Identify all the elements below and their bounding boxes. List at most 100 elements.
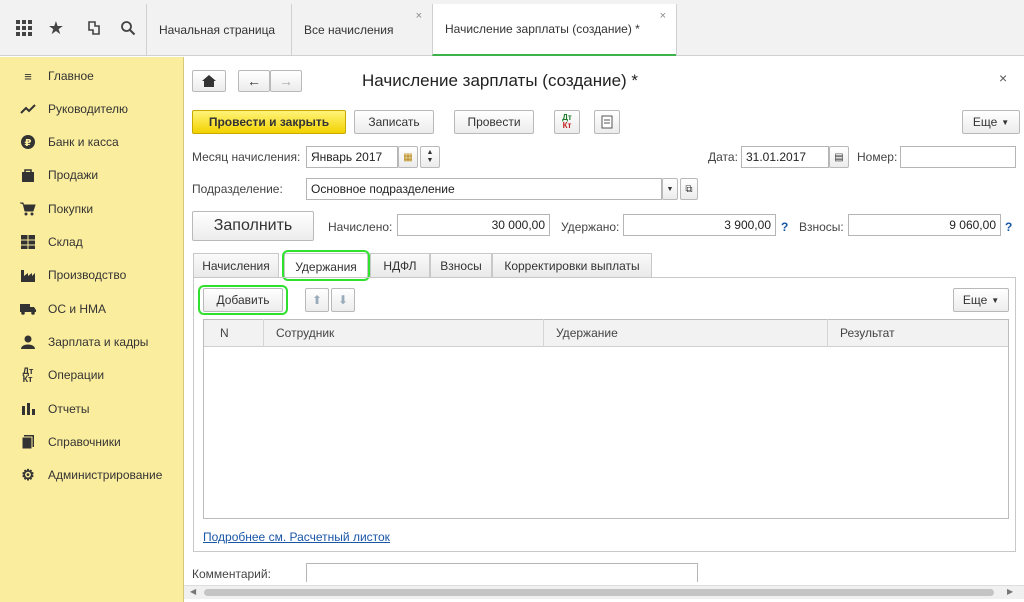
sidebar-item-admin[interactable]: ⚙ Администрирование [0, 460, 184, 490]
date-label: Дата: [708, 150, 738, 164]
books-icon [20, 434, 36, 450]
move-down-button[interactable]: ⬇ [331, 288, 355, 312]
deductions-table[interactable] [203, 319, 1009, 519]
month-spinner[interactable]: ▲ ▼ [420, 146, 440, 168]
tab-label: Начальная страница [159, 23, 276, 37]
comment-field[interactable] [306, 563, 698, 582]
sidebar-item-label: Главное [48, 69, 94, 83]
spin-up-icon: ▲ [426, 149, 434, 156]
sidebar-item-label: Руководителю [48, 102, 129, 116]
column-header-result[interactable]: Результат [828, 319, 1008, 347]
arrow-up-icon: ⬆ [311, 293, 323, 307]
forward-button[interactable]: → [270, 70, 302, 92]
history-icon[interactable] [82, 16, 106, 40]
back-button[interactable]: ← [238, 70, 270, 92]
sidebar-item-bank[interactable]: ₽ Банк и касса [0, 127, 184, 157]
apps-grid-icon[interactable] [12, 16, 36, 40]
cart-icon [20, 201, 36, 217]
close-icon[interactable]: × [416, 10, 422, 22]
sidebar-item-assets[interactable]: ОС и НМА [0, 294, 184, 324]
post-and-close-button[interactable]: Провести и закрыть [192, 110, 346, 134]
close-icon[interactable]: × [660, 10, 666, 22]
spin-down-icon: ▼ [426, 157, 434, 164]
warehouse-icon [20, 234, 36, 250]
comment-label: Комментарий: [192, 567, 271, 581]
number-field[interactable] [900, 146, 1016, 168]
comment-row: Комментарий: [184, 560, 1024, 582]
move-up-button[interactable]: ⬆ [305, 288, 329, 312]
division-label: Подразделение: [192, 182, 283, 196]
tab-divider [676, 4, 677, 56]
column-header-employee[interactable]: Сотрудник [264, 319, 544, 347]
payslip-link[interactable]: Подробнее см. Расчетный листок [203, 530, 390, 544]
division-open-button[interactable]: ⧉ [680, 178, 698, 200]
svg-text:₽: ₽ [25, 138, 32, 149]
date-field[interactable]: 31.01.2017 [741, 146, 829, 168]
tab-contributions[interactable]: Взносы [430, 253, 492, 277]
sidebar-item-reports[interactable]: Отчеты [0, 394, 184, 424]
dt-kt-icon: Дт Кт [22, 366, 34, 384]
accrued-field[interactable]: 30 000,00 [397, 214, 550, 236]
more-label: Еще [962, 293, 988, 307]
table-more-button[interactable]: Еще ▼ [953, 288, 1009, 312]
date-calendar-button[interactable]: ▤ [829, 146, 849, 168]
sidebar-item-label: Отчеты [48, 402, 90, 416]
accrued-label: Начислено: [328, 220, 393, 234]
sidebar-item-label: Администрирование [48, 468, 163, 482]
more-button[interactable]: Еще ▼ [962, 110, 1020, 134]
division-dropdown-button[interactable]: ▼ [662, 178, 678, 200]
save-button[interactable]: Записать [354, 110, 434, 134]
sidebar-item-sales[interactable]: Продажи [0, 160, 184, 190]
withheld-field[interactable]: 3 900,00 [623, 214, 776, 236]
sidebar-item-salary[interactable]: Зарплата и кадры [0, 327, 184, 357]
gear-icon: ⚙ [21, 467, 35, 484]
bag-icon [20, 167, 36, 183]
contributions-help-icon[interactable]: ? [1005, 220, 1012, 234]
post-button[interactable]: Провести [454, 110, 534, 134]
star-icon[interactable]: ★ [44, 16, 68, 40]
horizontal-scrollbar[interactable]: ◀ ▶ [184, 585, 1024, 599]
print-button[interactable] [594, 110, 620, 134]
scrollbar-thumb[interactable] [204, 589, 994, 596]
contributions-field[interactable]: 9 060,00 [848, 214, 1001, 236]
calendar-button[interactable]: ▦ [398, 146, 418, 168]
sidebar-item-label: Покупки [48, 202, 94, 216]
tab-accruals[interactable]: Начисления [193, 253, 279, 277]
sidebar-item-main[interactable]: ≡ Главное [0, 61, 184, 91]
tab-home[interactable]: Начальная страница [146, 4, 291, 56]
calendar-icon: ▦ [403, 151, 413, 163]
sidebar-item-purchases[interactable]: Покупки [0, 194, 184, 224]
home-button[interactable] [192, 70, 226, 92]
scroll-right-icon[interactable]: ▶ [1007, 587, 1013, 596]
month-field[interactable]: Январь 2017 [306, 146, 398, 168]
sidebar-item-production[interactable]: Производство [0, 260, 184, 290]
tab-all-accruals[interactable]: Все начисления × [291, 4, 432, 56]
truck-icon [20, 301, 36, 317]
scroll-left-icon[interactable]: ◀ [190, 587, 196, 596]
document-icon [601, 115, 613, 129]
tab-payroll-create[interactable]: Начисление зарплаты (создание) * × [432, 4, 676, 56]
sidebar-item-label: Банк и касса [48, 135, 119, 149]
open-link-icon: ⧉ [685, 183, 693, 195]
sidebar-item-operations[interactable]: Дт Кт Операции [0, 360, 184, 390]
tab-ndfl[interactable]: НДФЛ [370, 253, 430, 277]
search-icon[interactable] [116, 16, 140, 40]
sidebar-item-manager[interactable]: Руководителю [0, 94, 184, 124]
tab-payment-corrections[interactable]: Корректировки выплаты [492, 253, 652, 277]
top-bar: ★ Начальная страница Все начисления × На… [0, 0, 1024, 56]
sidebar-item-references[interactable]: Справочники [0, 427, 184, 457]
arrow-right-icon: → [279, 73, 293, 89]
sidebar-item-warehouse[interactable]: Склад [0, 227, 184, 257]
dt-kt-button[interactable]: Дт Кт [554, 110, 580, 134]
division-field[interactable]: Основное подразделение [306, 178, 662, 200]
fill-button[interactable]: Заполнить [192, 211, 314, 241]
column-header-n[interactable]: N [204, 319, 264, 347]
contributions-label: Взносы: [799, 220, 844, 234]
withheld-help-icon[interactable]: ? [781, 220, 788, 234]
column-header-deduction[interactable]: Удержание [544, 319, 828, 347]
tab-label: Все начисления [304, 23, 394, 37]
sidebar-item-label: Склад [48, 235, 83, 249]
close-form-icon[interactable]: × [999, 70, 1007, 86]
month-label: Месяц начисления: [192, 150, 301, 164]
chevron-down-icon: ▼ [666, 185, 674, 193]
